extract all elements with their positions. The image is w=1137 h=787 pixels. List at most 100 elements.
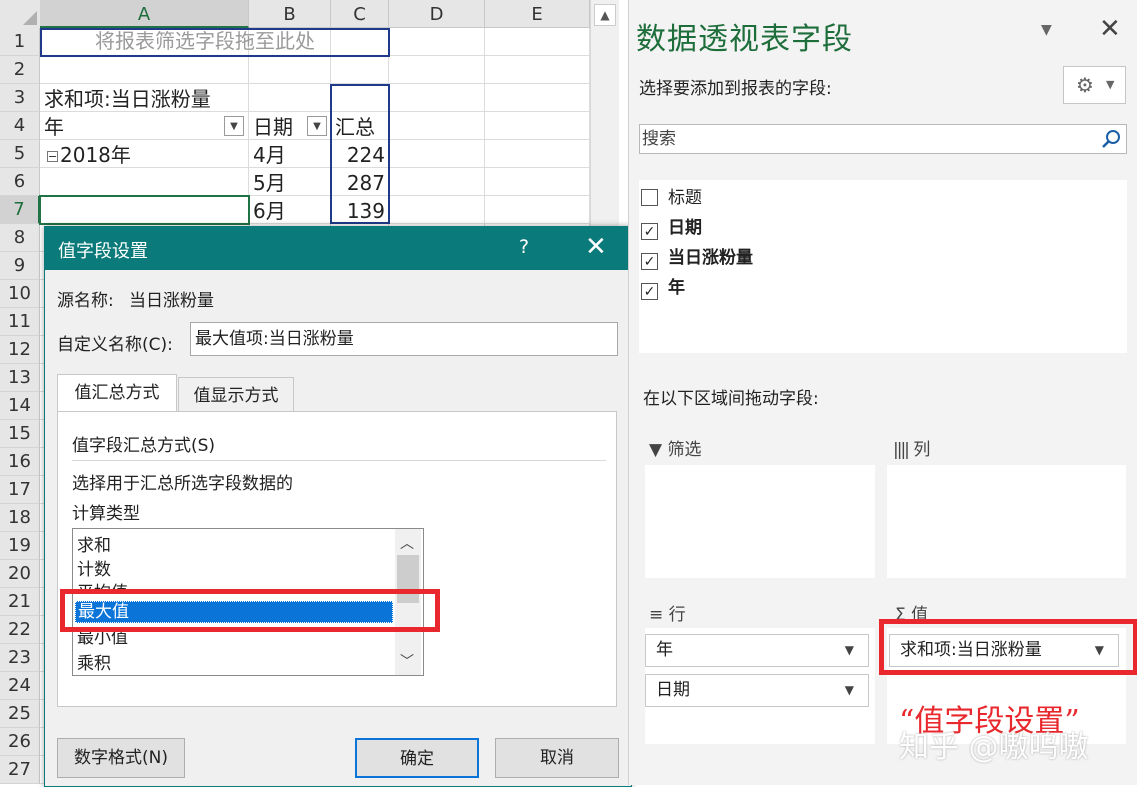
- row-label-cell[interactable]: 年: [44, 113, 64, 141]
- field-label: 标题: [668, 188, 702, 208]
- row-drop-zone[interactable]: 年 ▼ 日期 ▼: [645, 628, 875, 744]
- ok-button[interactable]: 确定: [355, 738, 479, 778]
- year-cell[interactable]: −2018年: [47, 141, 131, 169]
- number-format-button[interactable]: 数字格式(N): [57, 738, 185, 778]
- custom-name-label: 自定义名称(C):: [57, 335, 173, 355]
- list-item[interactable]: 计数: [77, 555, 111, 580]
- row-header[interactable]: 6: [0, 168, 40, 196]
- row-header[interactable]: 3: [0, 84, 40, 112]
- row-field-label: 年: [656, 640, 673, 660]
- checkbox-checked[interactable]: ✓: [641, 283, 658, 300]
- row-header[interactable]: 23: [0, 644, 40, 672]
- column-area-label: 列: [913, 440, 931, 460]
- list-item[interactable]: 乘积: [77, 649, 111, 674]
- list-item[interactable]: 求和: [77, 531, 111, 556]
- custom-name-input[interactable]: 最大值项:当日涨粉量: [190, 322, 618, 356]
- row-header[interactable]: 19: [0, 532, 40, 560]
- row-header[interactable]: 14: [0, 392, 40, 420]
- close-icon[interactable]: ✕: [585, 232, 607, 262]
- cancel-button[interactable]: 取消: [495, 738, 619, 778]
- row-header[interactable]: 7: [0, 196, 40, 224]
- field-item-year[interactable]: ✓ 年: [641, 273, 685, 300]
- total-header-cell[interactable]: 汇总: [335, 113, 375, 141]
- row-header[interactable]: 20: [0, 560, 40, 588]
- column-area-header: |||| 列: [893, 435, 930, 460]
- month-cell[interactable]: 6月: [253, 197, 286, 225]
- chevron-down-icon[interactable]: ▼: [845, 635, 854, 666]
- row-header[interactable]: 26: [0, 728, 40, 756]
- row-header[interactable]: 2: [0, 56, 40, 84]
- field-item-daily-gain[interactable]: ✓ 当日涨粉量: [641, 243, 753, 270]
- highlight-box: [60, 589, 440, 632]
- row-header[interactable]: 12: [0, 336, 40, 364]
- col-label-filter-button[interactable]: ▼: [307, 116, 327, 136]
- column-header-a[interactable]: A: [40, 0, 249, 28]
- row-header[interactable]: 16: [0, 448, 40, 476]
- row-header[interactable]: 11: [0, 308, 40, 336]
- divider: [72, 460, 606, 461]
- column-header-c[interactable]: C: [331, 0, 389, 28]
- field-item-date[interactable]: ✓ 日期: [641, 213, 702, 240]
- select-all-corner[interactable]: [0, 0, 41, 29]
- field-item-title[interactable]: 标题: [641, 183, 702, 208]
- row-header[interactable]: 15: [0, 420, 40, 448]
- tab-show-values-as[interactable]: 值显示方式: [178, 377, 294, 413]
- pane-options-chevron-icon[interactable]: ▼: [1041, 22, 1052, 38]
- active-cell-a7[interactable]: [39, 195, 250, 225]
- row-header[interactable]: 25: [0, 700, 40, 728]
- gridline: [40, 139, 590, 140]
- chevron-up-icon[interactable]: ︿: [400, 533, 414, 553]
- row-label-filter-button[interactable]: ▼: [224, 116, 244, 136]
- row-area-label: 行: [668, 605, 686, 625]
- chevron-down-icon[interactable]: ▼: [845, 675, 854, 706]
- column-header-d[interactable]: D: [389, 0, 485, 28]
- choose-fields-label: 选择要添加到报表的字段:: [639, 79, 832, 99]
- row-header[interactable]: 13: [0, 364, 40, 392]
- row-header[interactable]: 24: [0, 672, 40, 700]
- dialog-titlebar[interactable]: 值字段设置 ? ✕: [45, 227, 631, 270]
- column-drop-zone[interactable]: [887, 465, 1126, 578]
- month-cell[interactable]: 4月: [253, 141, 286, 169]
- checkbox-unchecked[interactable]: [641, 189, 658, 206]
- column-header-b[interactable]: B: [249, 0, 331, 28]
- source-name-label: 源名称:: [57, 291, 114, 311]
- checkbox-checked[interactable]: ✓: [641, 253, 658, 270]
- row-header[interactable]: 5: [0, 140, 40, 168]
- row-header[interactable]: 22: [0, 616, 40, 644]
- row-header[interactable]: 17: [0, 476, 40, 504]
- col-label-cell[interactable]: 日期: [253, 113, 293, 141]
- row-header[interactable]: 9: [0, 252, 40, 280]
- chevron-down-icon[interactable]: ﹀: [400, 651, 414, 671]
- filter-drop-zone[interactable]: [645, 465, 875, 578]
- collapse-icon[interactable]: −: [47, 151, 58, 162]
- row-header[interactable]: 8: [0, 224, 40, 252]
- field-label: 日期: [668, 218, 702, 238]
- highlight-box: [879, 619, 1137, 675]
- tab-summarize-by[interactable]: 值汇总方式: [57, 374, 177, 412]
- value-cell[interactable]: 224: [333, 141, 385, 169]
- value-cell[interactable]: 139: [333, 197, 385, 225]
- field-list[interactable]: 标题 ✓ 日期 ✓ 当日涨粉量 ✓ 年: [639, 180, 1127, 353]
- close-icon[interactable]: ✕: [1099, 14, 1121, 44]
- checkbox-checked[interactable]: ✓: [641, 223, 658, 240]
- row-header[interactable]: 27: [0, 756, 40, 784]
- column-header-e[interactable]: E: [485, 0, 590, 28]
- row-header[interactable]: 1: [0, 28, 40, 56]
- value-cell[interactable]: 287: [333, 169, 385, 197]
- gear-icon: ⚙: [1076, 73, 1094, 97]
- row-header[interactable]: 4: [0, 112, 40, 140]
- help-icon[interactable]: ?: [519, 236, 529, 258]
- row-header[interactable]: 21: [0, 588, 40, 616]
- search-placeholder: 搜索: [642, 129, 676, 149]
- tools-button[interactable]: ⚙ ▼: [1063, 66, 1126, 104]
- month-cell[interactable]: 5月: [253, 169, 286, 197]
- scroll-up-icon[interactable]: ▲: [594, 4, 616, 26]
- row-field-year[interactable]: 年 ▼: [645, 634, 869, 667]
- search-input[interactable]: 搜索: [639, 124, 1127, 154]
- search-icon[interactable]: [1100, 128, 1122, 150]
- source-name-value: 当日涨粉量: [129, 291, 214, 311]
- row-field-date[interactable]: 日期 ▼: [645, 674, 869, 707]
- value-title-cell[interactable]: 求和项:当日涨粉量: [44, 85, 211, 113]
- row-header[interactable]: 18: [0, 504, 40, 532]
- row-header[interactable]: 10: [0, 280, 40, 308]
